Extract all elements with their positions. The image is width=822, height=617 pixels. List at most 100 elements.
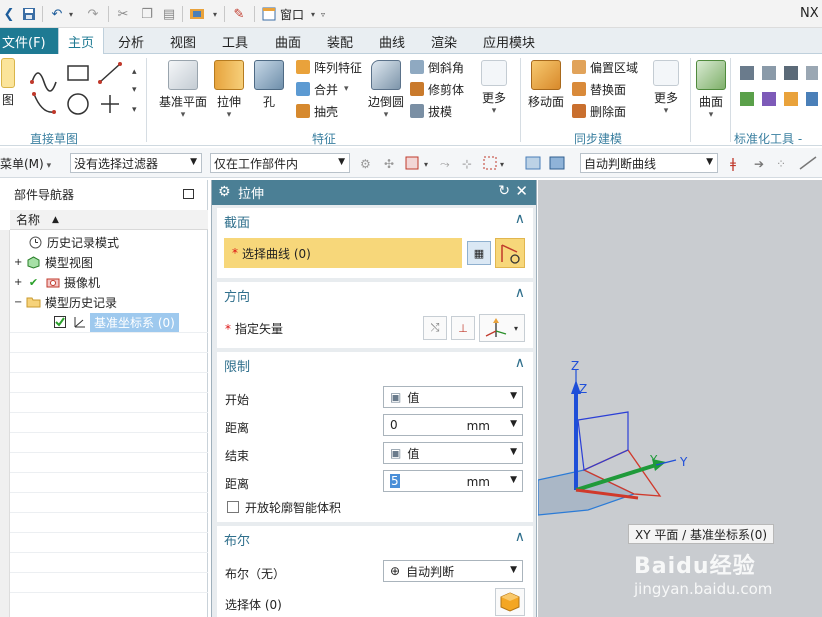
touch-mode-icon[interactable]: ✎ [230,5,248,23]
move-face-button[interactable]: 移动面 [528,60,564,110]
checkbox-checked-icon[interactable] [52,315,67,329]
gear-icon[interactable]: ⚙ [218,184,231,200]
reset-icon[interactable]: ↻ [498,183,510,199]
extrude-dialog: ⚙ 拉伸 ↻ ✕ 截面 ∧ * 选择曲线 (0) ▦ 方向 ∧ * 指定矢量 ⤭ … [211,180,537,617]
curve-rule-icon[interactable]: ▦ [467,241,491,265]
shell-button[interactable]: 抽壳 [296,102,338,120]
redo-icon[interactable]: ↷ [84,5,102,23]
end-type-dropdown[interactable]: ▣ 值 ▼ [383,442,523,464]
more-features-button[interactable]: 更多 ▾ [478,60,510,116]
name-column-header[interactable]: 名称 ▲ [10,210,208,230]
collapse-icon[interactable]: − [14,297,26,308]
divider [10,512,208,513]
repeat-command-icon[interactable] [188,5,206,23]
tab-render[interactable]: 渲染 [420,28,468,54]
tree-item-datum-csys[interactable]: 基准坐标系 (0) [10,312,208,332]
undo-dropdown-icon[interactable]: ▾ [62,5,80,23]
close-icon[interactable]: ✕ [515,182,528,200]
sort-ascending-icon[interactable]: ▲ [52,215,59,225]
selection-filter-dropdown[interactable]: 没有选择过滤器 ▼ [70,153,202,173]
select-curve-row[interactable]: * 选择曲线 (0) [224,238,462,268]
direction-header[interactable]: 方向 ∧ [217,282,533,308]
curve-options-icons[interactable]: ǂ ➔ ⁘ [728,154,822,172]
vector-type-dropdown[interactable]: ▾ [479,314,525,342]
chevron-up-icon[interactable]: ∧ [515,211,525,227]
copy-icon[interactable]: ❐ [138,5,156,23]
extrude-dropdown-icon[interactable]: ▾ [227,110,232,120]
more-sync-dropdown-icon[interactable]: ▾ [664,106,669,116]
trim-body-button[interactable]: 修剪体 [410,80,464,98]
boolean-header[interactable]: 布尔 ∧ [217,526,533,552]
vector-dialog-icon[interactable]: ⊥ [451,316,475,340]
select-body-button[interactable] [495,588,525,616]
resource-bar-strip[interactable] [0,230,10,617]
reverse-direction-icon[interactable]: ⤭ [423,316,447,340]
limits-header[interactable]: 限制 ∧ [217,352,533,378]
curve-rule-dropdown[interactable]: 自动判断曲线 ▼ [580,153,718,173]
tab-tools[interactable]: 工具 [212,28,258,54]
paste-icon[interactable]: ▤ [160,5,178,23]
tree-item-model-history[interactable]: − 模型历史记录 [10,292,208,312]
sketch-button[interactable]: 图 [0,58,16,108]
maximize-icon[interactable] [183,189,194,199]
boolean-dropdown[interactable]: ⊕ 自动判断 ▼ [383,560,523,582]
start-distance-input[interactable]: 0 mm ▼ [383,414,523,436]
edge-blend-dropdown-icon[interactable]: ▾ [384,110,389,120]
sketch-section-icon[interactable] [495,238,525,268]
pattern-feature-button[interactable]: 阵列特征 [296,58,362,76]
unite-dropdown-icon[interactable]: ▾ [344,84,349,94]
tree-item-history-mode[interactable]: 历史记录模式 [10,232,208,252]
ribbon-tabs: 文件(F) 主页 分析 视图 工具 曲面 装配 曲线 渲染 应用模块 [0,28,822,55]
tab-assembly[interactable]: 装配 [316,28,364,54]
draft-button[interactable]: 拔模 [410,102,452,120]
open-profile-checkbox[interactable] [227,501,239,513]
tab-home[interactable]: 主页 [58,28,104,55]
end-distance-input[interactable]: 5 mm ▼ [383,470,523,492]
save-icon[interactable] [20,5,38,23]
expand-icon[interactable]: + [14,257,26,268]
checkmark-icon[interactable]: ✔ [26,275,41,289]
yz-plane[interactable] [577,411,629,471]
extrude-button[interactable]: 拉伸 ▾ [212,60,246,120]
window-menu[interactable]: 窗口 [280,6,304,23]
tab-applications[interactable]: 应用模块 [476,28,542,54]
more-sync-button[interactable]: 更多 ▾ [650,60,682,116]
tab-view[interactable]: 视图 [160,28,206,54]
tree-item-cameras[interactable]: + ✔ 摄像机 [10,272,208,292]
selection-scope-dropdown[interactable]: 仅在工作部件内 ▼ [210,153,350,173]
surface-dropdown-icon[interactable]: ▾ [709,110,714,120]
surface-button[interactable]: 曲面 ▾ [694,60,728,120]
snap-tools-icons[interactable]: ⚙ ✣ ▾ ⤳ ⊹ ▾ [358,154,574,172]
unite-button[interactable]: 合并 ▾ [296,80,349,98]
chevron-up-icon[interactable]: ∧ [515,529,525,545]
offset-region-button[interactable]: 偏置区域 [572,58,638,76]
tree-item-model-views[interactable]: + 模型视图 [10,252,208,272]
hole-button[interactable]: 孔 [254,60,284,110]
tab-analysis[interactable]: 分析 [108,28,154,54]
file-menu-tab[interactable]: 文件(F) [0,28,58,54]
dialog-title-bar[interactable]: ⚙ 拉伸 ↻ ✕ [212,180,536,205]
section-header[interactable]: 截面 ∧ [217,208,533,234]
chevron-up-icon[interactable]: ∧ [515,285,525,301]
datum-plane-button[interactable]: 基准平面 ▾ [158,60,208,120]
start-type-dropdown[interactable]: ▣ 值 ▼ [383,386,523,408]
back-icon[interactable]: ❮ [0,5,18,23]
chevron-up-icon[interactable]: ∧ [515,355,525,371]
sketch-curves-palette[interactable]: ▴ ▾ ▾ [28,60,138,118]
customize-quick-access-icon[interactable]: ▿ [314,5,332,23]
expand-icon[interactable]: + [14,277,26,288]
sketch-curve-tools-icon[interactable]: ▴ ▾ ▾ [28,60,138,118]
datum-plane-dropdown-icon[interactable]: ▾ [181,110,186,120]
window-icon[interactable] [260,5,278,23]
tab-surface[interactable]: 曲面 [264,28,312,54]
delete-face-button[interactable]: 删除面 [572,102,626,120]
divider [10,572,208,573]
more-features-dropdown-icon[interactable]: ▾ [492,106,497,116]
repeat-dropdown-icon[interactable]: ▾ [206,5,224,23]
menu-button[interactable]: 菜单(M) ▾ [0,155,51,172]
replace-face-button[interactable]: 替换面 [572,80,626,98]
edge-blend-button[interactable]: 边倒圆 ▾ [366,60,406,120]
cut-icon[interactable]: ✂ [114,5,132,23]
tab-curve[interactable]: 曲线 [368,28,416,54]
chamfer-button[interactable]: 倒斜角 [410,58,464,76]
